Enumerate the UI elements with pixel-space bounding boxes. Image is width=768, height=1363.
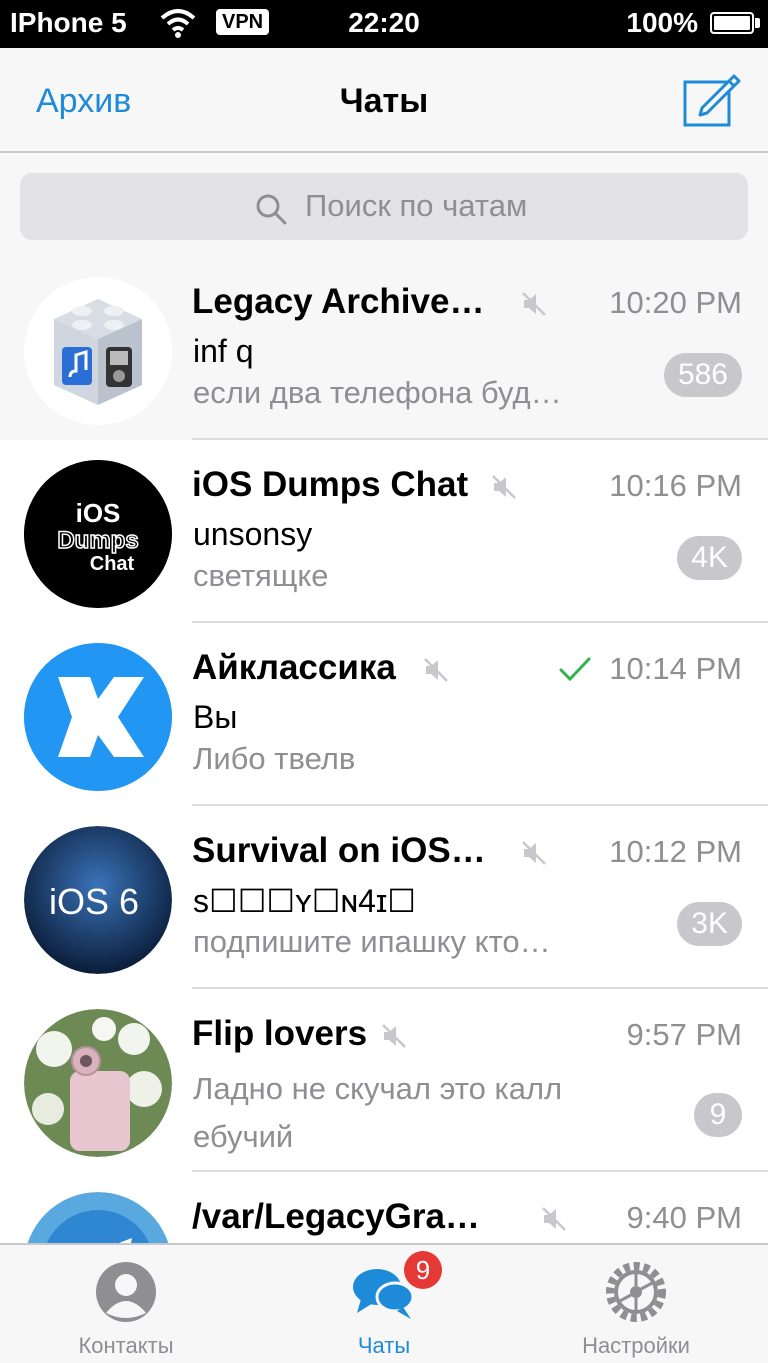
chat-preview: подпишите ипашку кто…: [193, 924, 551, 959]
mute-icon: [522, 292, 546, 316]
chat-row-legacy-archive[interactable]: Legacy Archive… 10:20 PM inf q если два …: [0, 257, 768, 440]
unread-badge: 9: [694, 1093, 742, 1137]
battery-percentage: 100%: [626, 7, 698, 38]
gear-icon: [606, 1262, 666, 1322]
chat-time: 10:14 PM: [609, 651, 742, 686]
tab-bar: Контакты 9 Чаты Настройки: [0, 1243, 768, 1363]
chat-preview: если два телефона буд…: [193, 375, 562, 410]
chat-list: Legacy Archive… 10:20 PM inf q если два …: [0, 257, 768, 1243]
read-check-icon: [559, 657, 591, 682]
chat-time: 10:12 PM: [609, 834, 742, 869]
mute-icon: [542, 1207, 566, 1231]
avatar-text-chat: Chat: [90, 553, 135, 575]
ios-dumps-logo: iOS Dumps Chat: [24, 460, 172, 608]
avatar-text-ios: iOS: [76, 498, 121, 528]
avatar: [24, 277, 172, 425]
search-bar: Поиск по чатам: [0, 153, 768, 257]
avatar-text-ios6: iOS 6: [49, 881, 139, 922]
mute-icon: [492, 475, 516, 499]
chat-sender: unsonsy: [193, 516, 313, 552]
chat-name: /var/LegacyGra…: [192, 1197, 480, 1236]
unread-badge: 3K: [677, 902, 742, 946]
tab-chats[interactable]: 9 Чаты: [284, 1245, 484, 1363]
installer-cube-icon: [24, 277, 172, 425]
chat-name: Айклассика: [192, 648, 396, 687]
page-title: Чаты: [339, 82, 429, 120]
tab-settings[interactable]: Настройки: [536, 1245, 736, 1363]
chat-row-ios-dumps[interactable]: iOS Dumps Chat iOS Dumps Chat 10:16 PM u…: [0, 440, 768, 623]
search-placeholder: Поиск по чатам: [305, 188, 528, 223]
mute-icon: [522, 841, 546, 865]
navigation-bar: Архив Чаты: [0, 48, 768, 153]
chat-name: Flip lovers: [192, 1014, 368, 1053]
chat-row-iclassica[interactable]: Айклассика 10:14 PM Вы Либо твелв: [0, 623, 768, 806]
avatar-text-dumps: Dumps: [57, 527, 138, 554]
tab-contacts[interactable]: Контакты: [26, 1245, 226, 1363]
ios6-logo: iOS 6: [24, 826, 172, 974]
chat-time: 10:16 PM: [609, 468, 742, 503]
search-icon: [256, 194, 287, 225]
compose-icon[interactable]: [682, 70, 742, 128]
battery-tip: [755, 18, 760, 28]
tab-label: Контакты: [78, 1333, 174, 1358]
chat-name: iOS Dumps Chat: [192, 465, 469, 504]
person-icon: [96, 1262, 156, 1322]
chat-time: 9:57 PM: [626, 1017, 742, 1052]
status-bar: IPhone 5 VPN 22:20 100%: [0, 0, 768, 48]
search-input[interactable]: Поиск по чатам: [20, 173, 748, 240]
chat-name: Legacy Archive…: [192, 282, 485, 321]
chat-row-survival-ios[interactable]: iOS 6 Survival on iOS… 10:12 PM s☐☐☐ʏ☐ɴ4…: [0, 806, 768, 989]
unread-badge: 586: [663, 353, 742, 397]
chat-name: Survival on iOS…: [192, 831, 486, 870]
battery-icon: [710, 12, 754, 34]
chat-preview: Ладно не скучал это калл ебучий: [193, 1071, 563, 1154]
avatar: iOS Dumps Chat: [24, 460, 172, 608]
chat-sender: s☐☐☐ʏ☐ɴ4ɪ☐: [193, 883, 416, 919]
mute-icon: [382, 1024, 406, 1048]
tab-label: Настройки: [582, 1333, 690, 1358]
avatar: [24, 643, 172, 791]
unread-count-badge: 9: [404, 1251, 442, 1289]
unread-badge: 4K: [677, 536, 742, 580]
mute-icon: [424, 658, 448, 682]
chat-row-flip-lovers[interactable]: Flip lovers 9:57 PM Ладно не скучал это …: [0, 989, 768, 1172]
avatar: [24, 1192, 172, 1243]
chat-sender: Вы: [193, 699, 238, 735]
chat-preview: Либо твелв: [193, 741, 356, 776]
chat-row-var-legacy[interactable]: /var/LegacyGra… 9:40 PM: [0, 1172, 768, 1243]
chat-sender: inf q: [193, 333, 254, 369]
chat-time: 10:20 PM: [609, 285, 742, 320]
flip-phone-photo: [24, 1009, 172, 1157]
tab-label: Чаты: [357, 1333, 411, 1358]
chat-time: 9:40 PM: [626, 1200, 742, 1235]
chat-preview: светящке: [193, 558, 329, 593]
avatar: [24, 1009, 172, 1157]
telegram-logo: [27, 1192, 169, 1243]
k-logo: [24, 643, 172, 791]
avatar: iOS 6: [24, 826, 172, 974]
